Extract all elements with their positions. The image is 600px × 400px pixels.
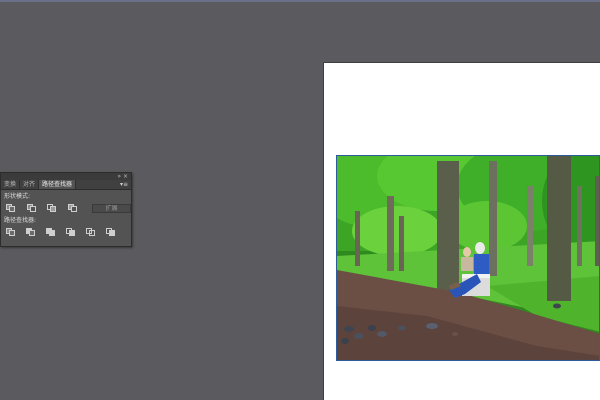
unite-icon[interactable]: [5, 203, 17, 213]
pathfinders-row: [5, 226, 131, 238]
pathfinder-panel: » × 变换 对齐 路径查找器 ▾≡ 形状模式: 扩展 路径查找器:: [0, 172, 132, 247]
exclude-icon[interactable]: [67, 203, 79, 213]
merge-icon[interactable]: [45, 227, 57, 237]
divide-icon[interactable]: [5, 227, 17, 237]
collapse-panel-button[interactable]: »: [117, 173, 121, 180]
minus-front-icon[interactable]: [26, 203, 38, 213]
outline-icon[interactable]: [85, 227, 97, 237]
minus-back-icon[interactable]: [105, 227, 117, 237]
close-panel-button[interactable]: ×: [123, 173, 128, 180]
intersect-icon[interactable]: [46, 203, 58, 213]
expand-button[interactable]: 扩展: [92, 203, 131, 213]
panel-titlebar[interactable]: » ×: [1, 173, 131, 180]
placed-image[interactable]: [336, 155, 600, 361]
panel-menu-icon[interactable]: ▾≡: [120, 181, 128, 189]
tab-pathfinder[interactable]: 路径查找器: [39, 180, 77, 189]
shape-modes-label: 形状模式:: [4, 193, 31, 200]
crop-icon[interactable]: [65, 227, 77, 237]
panel-tab-bar: 变换 对齐 路径查找器 ▾≡: [1, 180, 131, 190]
shape-modes-row: 扩展: [5, 202, 131, 214]
trim-icon[interactable]: [25, 227, 37, 237]
tab-align[interactable]: 对齐: [20, 180, 40, 189]
pathfinders-label: 路径查找器:: [4, 217, 37, 224]
tab-transform[interactable]: 变换: [1, 180, 21, 189]
